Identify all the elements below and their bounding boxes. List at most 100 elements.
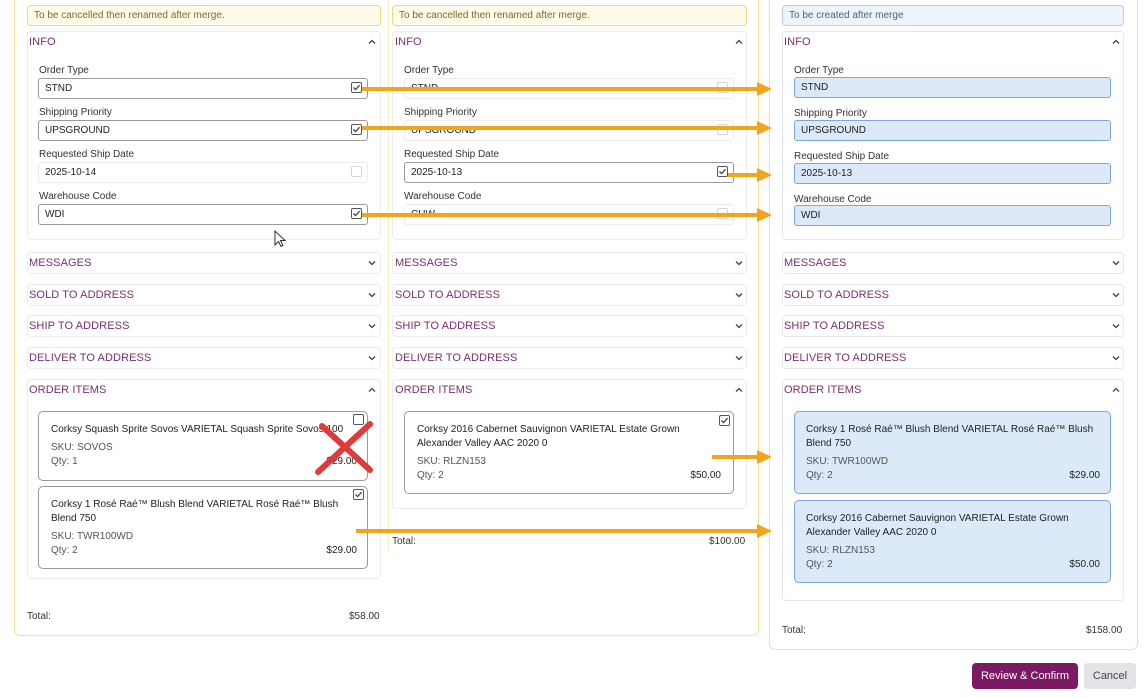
checkbox-empty-icon[interactable]	[351, 166, 362, 177]
checkbox-checked-icon[interactable]	[719, 415, 730, 426]
order-a-warehouse-code-field[interactable]: WDI	[38, 204, 368, 225]
order-b-shipping-priority-label: Shipping Priority	[404, 107, 477, 118]
item-price: $50.00	[1069, 559, 1100, 570]
merged-items-title: ORDER ITEMS	[784, 384, 862, 396]
item-name: Corksy 2016 Cabernet Sauvignon VARIETAL …	[806, 513, 1069, 538]
merged-total-label: Total:	[782, 625, 806, 636]
order-b-info-title: INFO	[395, 36, 422, 48]
order-a-total-label: Total:	[27, 611, 51, 622]
item-sku: SKU: SOVOS	[51, 442, 113, 453]
item-name: Corksy 2016 Cabernet Sauvignon VARIETAL …	[417, 424, 680, 449]
merged-sold-to-title: SOLD TO ADDRESS	[784, 289, 890, 301]
checkbox-empty-icon[interactable]	[717, 124, 728, 135]
merged-item-1[interactable]: Corksy 1 Rosé Raé™ Blush Blend VARIETAL …	[794, 411, 1111, 494]
merged-item-2[interactable]: Corksy 2016 Cabernet Sauvignon VARIETAL …	[794, 500, 1111, 583]
merged-order-type-label: Order Type	[794, 65, 844, 76]
merged-shipping-priority-label: Shipping Priority	[794, 108, 867, 119]
order-a-shipping-priority-field[interactable]: UPSGROUND	[38, 120, 368, 141]
order-b-banner: To be cancelled then renamed after merge…	[392, 5, 747, 26]
order-b-requested-ship-date-label: Requested Ship Date	[404, 149, 500, 160]
merged-messages-title: MESSAGES	[784, 257, 847, 269]
merged-order-type-field[interactable]: STND	[794, 77, 1111, 98]
item-qty: Qty: 2	[51, 545, 78, 556]
item-price: $29.00	[1069, 470, 1100, 481]
chevron-down-icon[interactable]	[368, 259, 376, 267]
order-b-warehouse-code-field[interactable]: CHW	[404, 204, 734, 225]
chevron-down-icon[interactable]	[1112, 259, 1120, 267]
cancel-button[interactable]: Cancel	[1084, 663, 1136, 689]
item-qty: Qty: 2	[417, 470, 444, 481]
item-price: $29.00	[326, 456, 357, 467]
order-b-total-label: Total:	[392, 536, 416, 547]
chevron-down-icon[interactable]	[735, 259, 743, 267]
order-b-warehouse-code-label: Warehouse Code	[404, 191, 482, 202]
order-a-ship-to-title: SHIP TO ADDRESS	[29, 320, 130, 332]
order-b-messages-title: MESSAGES	[395, 257, 458, 269]
order-a-order-type-label: Order Type	[39, 65, 89, 76]
merged-banner: To be created after merge	[782, 5, 1124, 26]
checkbox-empty-icon[interactable]	[717, 82, 728, 93]
item-qty: Qty: 1	[51, 456, 78, 467]
order-a-order-type-field[interactable]: STND	[38, 78, 368, 99]
chevron-down-icon[interactable]	[368, 322, 376, 330]
checkbox-checked-icon[interactable]	[351, 208, 362, 219]
chevron-down-icon[interactable]	[735, 322, 743, 330]
order-b-order-type-field[interactable]: STND	[404, 78, 734, 99]
chevron-up-icon[interactable]	[735, 38, 743, 46]
merged-warehouse-code-field[interactable]: WDI	[794, 205, 1111, 226]
chevron-up-icon[interactable]	[368, 38, 376, 46]
item-price: $29.00	[326, 545, 357, 556]
chevron-down-icon[interactable]	[1112, 354, 1120, 362]
order-a-deliver-to-title: DELIVER TO ADDRESS	[29, 352, 152, 364]
item-sku: SKU: TWR100WD	[806, 456, 889, 467]
order-a-requested-ship-date-label: Requested Ship Date	[39, 149, 135, 160]
merged-shipping-priority-field[interactable]: UPSGROUND	[794, 120, 1111, 141]
chevron-up-icon[interactable]	[368, 386, 376, 394]
order-b-shipping-priority-field[interactable]: UPSGROUND	[404, 120, 734, 141]
item-price: $50.00	[690, 470, 721, 481]
order-b-order-type-label: Order Type	[404, 65, 454, 76]
order-a-item-2[interactable]: Corksy 1 Rosé Raé™ Blush Blend VARIETAL …	[38, 486, 368, 569]
chevron-up-icon[interactable]	[1112, 38, 1120, 46]
order-a-info-title: INFO	[29, 36, 56, 48]
checkbox-empty-icon[interactable]	[717, 208, 728, 219]
chevron-down-icon[interactable]	[368, 291, 376, 299]
order-b-ship-to-title: SHIP TO ADDRESS	[395, 320, 496, 332]
item-name: Corksy 1 Rosé Raé™ Blush Blend VARIETAL …	[51, 499, 339, 524]
source-column-divider	[388, 0, 389, 550]
chevron-down-icon[interactable]	[368, 354, 376, 362]
order-b-deliver-to-title: DELIVER TO ADDRESS	[395, 352, 518, 364]
merged-requested-ship-date-label: Requested Ship Date	[794, 151, 890, 162]
checkbox-empty-icon[interactable]	[353, 414, 364, 425]
checkbox-checked-icon[interactable]	[717, 166, 728, 177]
review-confirm-button[interactable]: Review & Confirm	[972, 663, 1078, 689]
chevron-up-icon[interactable]	[735, 386, 743, 394]
checkbox-checked-icon[interactable]	[351, 124, 362, 135]
checkbox-checked-icon[interactable]	[353, 489, 364, 500]
chevron-up-icon[interactable]	[1112, 386, 1120, 394]
chevron-down-icon[interactable]	[1112, 322, 1120, 330]
order-a-banner: To be cancelled then renamed after merge…	[27, 5, 381, 26]
order-b-requested-ship-date-field[interactable]: 2025-10-13	[404, 162, 734, 183]
chevron-down-icon[interactable]	[735, 291, 743, 299]
order-b-sold-to-title: SOLD TO ADDRESS	[395, 289, 501, 301]
order-a-messages-title: MESSAGES	[29, 257, 92, 269]
item-name: Corksy 1 Rosé Raé™ Blush Blend VARIETAL …	[806, 424, 1094, 449]
order-b-items-title: ORDER ITEMS	[395, 384, 473, 396]
order-a-items-title: ORDER ITEMS	[29, 384, 107, 396]
chevron-down-icon[interactable]	[735, 354, 743, 362]
order-a-requested-ship-date-field[interactable]: 2025-10-14	[38, 162, 368, 183]
order-a-shipping-priority-label: Shipping Priority	[39, 107, 112, 118]
order-a-item-1[interactable]: Corksy Squash Sprite Sovos VARIETAL Squa…	[38, 411, 368, 481]
merged-requested-ship-date-field[interactable]: 2025-10-13	[794, 163, 1111, 184]
item-sku: SKU: TWR100WD	[51, 531, 134, 542]
merged-ship-to-title: SHIP TO ADDRESS	[784, 320, 885, 332]
order-b-total-value: $100.00	[709, 536, 746, 547]
order-b-item-1[interactable]: Corksy 2016 Cabernet Sauvignon VARIETAL …	[404, 411, 734, 494]
chevron-down-icon[interactable]	[1112, 291, 1120, 299]
order-a-total-value: $58.00	[349, 611, 380, 622]
item-qty: Qty: 2	[806, 559, 833, 570]
merged-info-title: INFO	[784, 36, 811, 48]
checkbox-checked-icon[interactable]	[351, 82, 362, 93]
order-a-sold-to-title: SOLD TO ADDRESS	[29, 289, 135, 301]
